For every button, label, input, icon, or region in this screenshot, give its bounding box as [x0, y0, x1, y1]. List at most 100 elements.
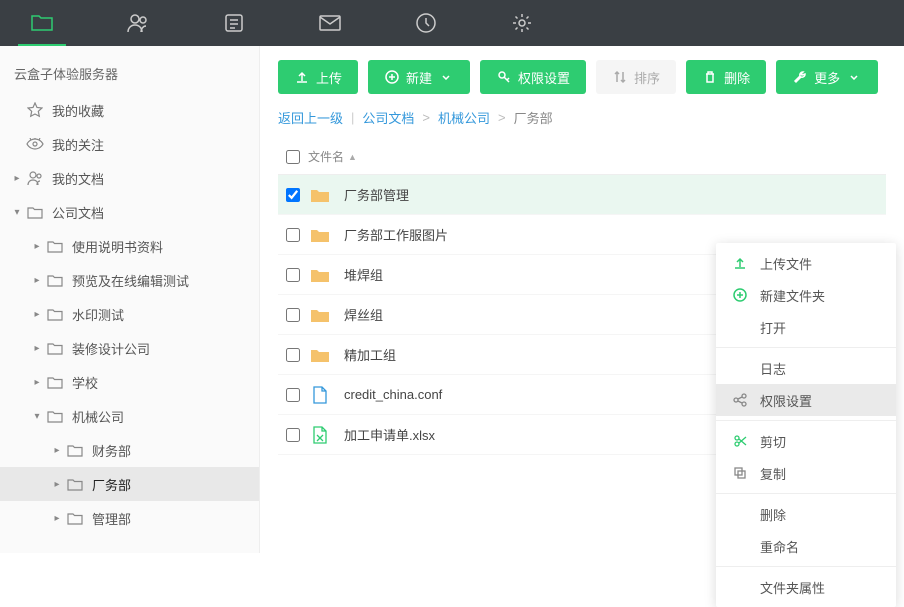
breadcrumb-part-0[interactable]: 公司文档	[362, 108, 414, 127]
sidebar-title: 云盒子体验服务器	[0, 52, 259, 93]
copy-icon	[732, 465, 748, 481]
column-name-header[interactable]: 文件名 ▲	[308, 148, 886, 165]
eye-icon	[26, 135, 44, 153]
chevron-down-icon	[846, 69, 862, 85]
chevron-down-icon	[438, 69, 454, 85]
sidebar-item-12[interactable]: ▸管理部	[0, 501, 259, 535]
cm-open[interactable]: 打开	[716, 311, 896, 343]
caret-right-icon: ▸	[30, 273, 44, 287]
person-icon	[26, 169, 44, 187]
sidebar-item-7[interactable]: ▸装修设计公司	[0, 331, 259, 365]
folder-icon	[66, 441, 84, 459]
upload-button[interactable]: 上传	[278, 60, 358, 94]
plus-circle-icon	[732, 287, 748, 303]
sidebar-item-5[interactable]: ▸ 预览及在线编辑测试	[0, 263, 259, 297]
sidebar-item-label: 学校	[72, 373, 251, 392]
row-checkbox[interactable]	[278, 388, 308, 402]
delete-button[interactable]: 删除	[686, 60, 766, 94]
row-checkbox[interactable]	[278, 228, 308, 242]
cm-log[interactable]: 日志	[716, 352, 896, 384]
cm-upload-file[interactable]: 上传文件	[716, 247, 896, 279]
cm-cut[interactable]: 剪切	[716, 425, 896, 457]
more-button[interactable]: 更多	[776, 60, 878, 94]
file-name: 焊丝组	[344, 305, 383, 324]
folder-icon	[46, 339, 64, 357]
sort-asc-icon: ▲	[348, 152, 357, 162]
sidebar-item-label: 厂务部	[92, 475, 251, 494]
cm-permission[interactable]: 权限设置	[716, 384, 896, 416]
star-icon	[26, 101, 44, 119]
cm-delete[interactable]: 删除	[716, 498, 896, 530]
top-navbar	[0, 0, 904, 46]
sidebar-item-0[interactable]: 我的收藏	[0, 93, 259, 127]
plus-circle-icon	[384, 69, 400, 85]
row-checkbox[interactable]	[278, 268, 308, 282]
caret-down-icon: ▾	[10, 205, 24, 219]
caret-right-icon: ▸	[30, 341, 44, 355]
context-menu: 上传文件 新建文件夹 打开 日志 权限设置 剪切	[716, 243, 896, 607]
folder-icon	[26, 203, 44, 221]
breadcrumb-back[interactable]: 返回上一级	[278, 108, 343, 127]
sidebar-item-10[interactable]: ▸ 财务部	[0, 433, 259, 467]
folder-icon	[46, 271, 64, 289]
sidebar-item-label: 水印测试	[72, 305, 251, 324]
trash-icon	[702, 69, 718, 85]
nav-mail-icon[interactable]	[306, 0, 354, 46]
folder-icon	[46, 407, 64, 425]
file-name: 厂务部管理	[344, 185, 409, 204]
nav-history-icon[interactable]	[402, 0, 450, 46]
nav-tasks-icon[interactable]	[210, 0, 258, 46]
sidebar-item-2[interactable]: ▸我的文档	[0, 161, 259, 195]
permission-button[interactable]: 权限设置	[480, 60, 586, 94]
toolbar: 上传 新建 权限设置 排序 删除 更多	[278, 60, 886, 94]
folder-icon	[308, 265, 332, 285]
nav-settings-icon[interactable]	[498, 0, 546, 46]
sidebar-item-8[interactable]: ▸学校	[0, 365, 259, 399]
main-content: 上传 新建 权限设置 排序 删除 更多	[260, 46, 904, 553]
sidebar-item-label: 使用说明书资料	[72, 237, 251, 256]
new-button[interactable]: 新建	[368, 60, 470, 94]
sidebar: 云盒子体验服务器 我的收藏我的关注▸我的文档▾公司文档▸使用说明书资料▸预览及在…	[0, 46, 260, 553]
file-name: credit_china.conf	[344, 387, 442, 402]
cm-new-folder[interactable]: 新建文件夹	[716, 279, 896, 311]
row-checkbox[interactable]	[278, 428, 308, 442]
wrench-icon	[792, 69, 808, 85]
sidebar-item-label: 我的关注	[52, 135, 251, 154]
sidebar-item-9[interactable]: ▾机械公司	[0, 399, 259, 433]
breadcrumb-part-2: 厂务部	[514, 108, 553, 127]
nav-files-icon[interactable]	[18, 0, 66, 46]
share-icon	[732, 392, 748, 408]
sidebar-item-label: 预览及在线编辑测试	[72, 271, 251, 290]
file-icon	[308, 385, 332, 405]
sort-button[interactable]: 排序	[596, 60, 676, 94]
key-icon	[496, 69, 512, 85]
row-checkbox[interactable]	[278, 188, 308, 202]
caret-right-icon: ▸	[30, 239, 44, 253]
caret-right-icon: ▸	[50, 477, 64, 491]
row-checkbox[interactable]	[278, 348, 308, 362]
folder-icon	[308, 225, 332, 245]
sidebar-item-label: 我的文档	[52, 169, 251, 188]
row-checkbox[interactable]	[278, 308, 308, 322]
file-name: 加工申请单.xlsx	[344, 425, 435, 444]
caret-right-icon: ▸	[50, 511, 64, 525]
cm-rename[interactable]: 重命名	[716, 530, 896, 562]
sidebar-item-1[interactable]: 我的关注	[0, 127, 259, 161]
sidebar-item-4[interactable]: ▸ 使用说明书资料	[0, 229, 259, 263]
sidebar-item-label: 财务部	[92, 441, 251, 460]
nav-contacts-icon[interactable]	[114, 0, 162, 46]
folder-icon	[46, 237, 64, 255]
scissors-icon	[732, 433, 748, 449]
folder-icon	[308, 305, 332, 325]
select-all-checkbox[interactable]	[278, 150, 308, 164]
sidebar-item-6[interactable]: ▸水印测试	[0, 297, 259, 331]
table-row[interactable]: 厂务部管理	[278, 175, 886, 215]
file-name: 厂务部工作服图片	[344, 225, 448, 244]
sidebar-item-3[interactable]: ▾公司文档	[0, 195, 259, 229]
breadcrumb-part-1[interactable]: 机械公司	[438, 108, 490, 127]
cm-properties[interactable]: 文件夹属性	[716, 571, 896, 603]
caret-right-icon: ▸	[50, 443, 64, 457]
sidebar-item-11[interactable]: ▸ 厂务部	[0, 467, 259, 501]
cm-copy[interactable]: 复制	[716, 457, 896, 489]
folder-icon	[308, 345, 332, 365]
